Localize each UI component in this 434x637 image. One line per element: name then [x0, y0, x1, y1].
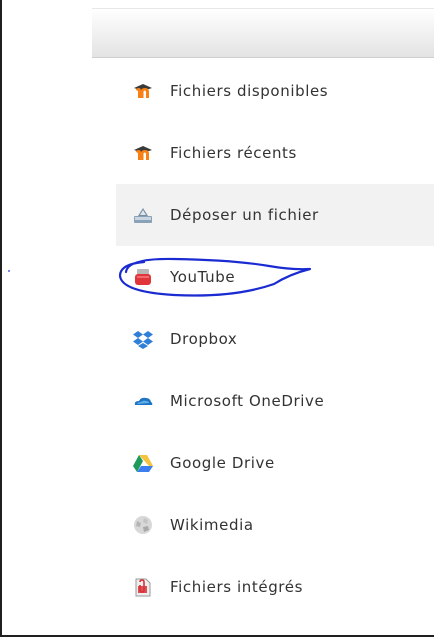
file-picker-header [92, 8, 434, 58]
onedrive-icon [132, 390, 154, 412]
wikimedia-icon [132, 514, 154, 536]
repo-label: Fichiers intégrés [170, 578, 303, 596]
repo-label: Dropbox [170, 330, 238, 348]
moodle-icon [132, 80, 154, 102]
repo-item-wikimedia[interactable]: Wikimedia [116, 494, 434, 556]
repo-label: Déposer un fichier [170, 206, 319, 224]
stray-mark [8, 270, 10, 272]
repo-item-embedded-files[interactable]: Fichiers intégrés [116, 556, 434, 618]
repo-label: Google Drive [170, 454, 275, 472]
youtube-icon [132, 266, 154, 288]
repo-item-upload-file[interactable]: Déposer un fichier [116, 184, 434, 246]
repo-label: YouTube [170, 268, 236, 286]
embedded-files-icon [132, 576, 154, 598]
repo-item-available-files[interactable]: Fichiers disponibles [116, 60, 434, 122]
repo-label: Fichiers disponibles [170, 82, 329, 100]
repo-item-youtube[interactable]: YouTube [116, 246, 434, 308]
repo-label: Wikimedia [170, 516, 254, 534]
moodle-icon [132, 142, 154, 164]
repo-item-dropbox[interactable]: Dropbox [116, 308, 434, 370]
repo-item-onedrive[interactable]: Microsoft OneDrive [116, 370, 434, 432]
google-drive-icon [132, 452, 154, 474]
upload-icon [132, 204, 154, 226]
dropbox-icon [132, 328, 154, 350]
repo-item-google-drive[interactable]: Google Drive [116, 432, 434, 494]
repo-label: Microsoft OneDrive [170, 392, 325, 410]
repo-label: Fichiers récents [170, 144, 297, 162]
repo-item-recent-files[interactable]: Fichiers récents [116, 122, 434, 184]
repository-list: Fichiers disponibles Fichiers récents Dé… [116, 60, 434, 618]
